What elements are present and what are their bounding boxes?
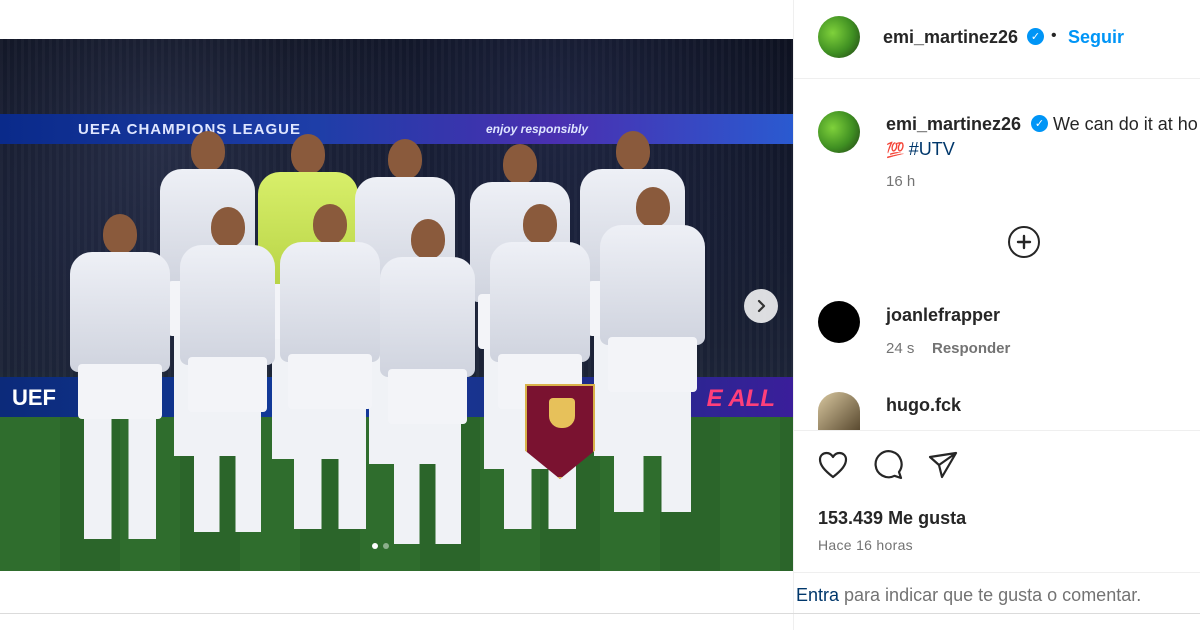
comment-username[interactable]: hugo.fck [886,395,961,416]
like-button[interactable] [816,448,850,482]
login-prompt: Entra para indicar que te gusta o coment… [796,585,1141,606]
post-side-panel: emi_martinez26 ✓ • Seguir emi_martinez26… [793,0,1200,630]
board-left-text: UEF [12,385,56,410]
player-figure [380,219,475,544]
carousel-dot [383,543,389,549]
player-figure [600,187,705,527]
load-more-comments-button[interactable] [1008,226,1040,258]
login-prompt-text: para indicar que te gusta o comentar. [839,585,1142,605]
follow-button[interactable]: Seguir [1068,27,1124,48]
header-separator: • [1051,27,1057,44]
hundred-points-icon: 💯 [886,142,905,159]
header-divider [794,78,1200,79]
caption-username[interactable]: emi_martinez26 [886,114,1021,135]
chevron-right-icon [757,299,766,313]
player-figure [180,207,275,537]
comment-button[interactable] [871,448,905,482]
verified-badge-icon: ✓ [1027,28,1044,45]
comment-avatar[interactable] [818,301,860,343]
carousel-next-button[interactable] [744,289,778,323]
carousel-indicator [372,543,389,549]
comment-username[interactable]: joanlefrapper [886,305,1000,326]
post-photo[interactable]: UEFA CHAMPIONS LEAGUE enjoy responsibly … [0,39,793,571]
actions-divider [794,430,1200,431]
caption-avatar[interactable] [818,111,860,153]
login-link[interactable]: Entra [796,585,839,605]
comment-time: 24 s [886,340,915,357]
club-crest-icon [549,398,575,428]
caption-hashtag-line: 💯 #UTV [886,139,955,160]
post-time-ago: Hace 16 horas [818,537,913,553]
caption-verified-badge-icon: ✓ [1031,115,1048,132]
author-username[interactable]: emi_martinez26 [883,27,1018,48]
share-button[interactable] [926,448,960,482]
author-avatar[interactable] [818,16,860,58]
carousel-dot-active [372,543,378,549]
plus-circle-icon [1016,234,1032,250]
player-figure [70,214,170,544]
player-figure [280,204,380,534]
hashtag-link[interactable]: #UTV [909,139,955,159]
page-bottom-border [0,613,1200,614]
comment-icon [874,450,903,480]
heart-icon [818,451,848,479]
footer-divider [794,572,1200,573]
likes-count[interactable]: 153.439 Me gusta [818,508,966,529]
banner-subtext: enjoy responsibly [485,122,588,136]
send-icon [928,451,958,479]
comment-reply-button[interactable]: Responder [932,340,1010,357]
media-area: UEFA CHAMPIONS LEAGUE enjoy responsibly … [0,0,793,630]
caption-time: 16 h [886,173,916,190]
player-figure [490,204,590,534]
comment-avatar[interactable] [818,392,860,430]
caption-text: We can do it at ho [1053,114,1198,134]
board-right-text: E ALL [706,385,775,412]
